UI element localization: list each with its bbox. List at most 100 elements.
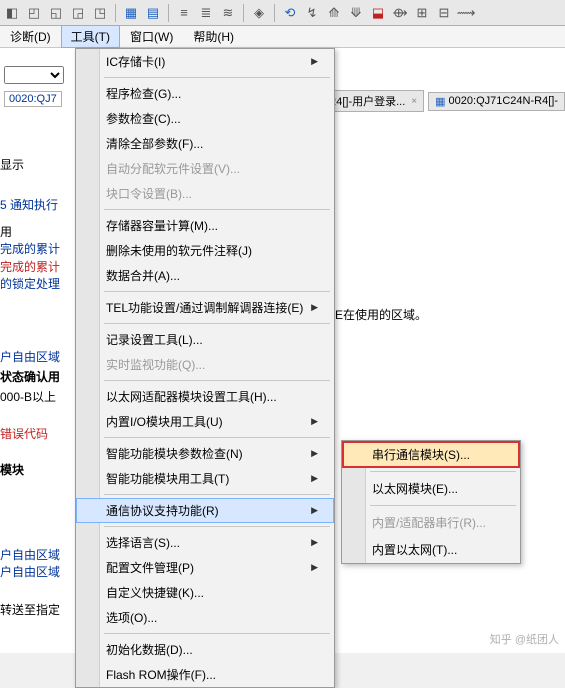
toolbar-icon[interactable]: ▤ — [144, 4, 162, 22]
menu-item[interactable]: 初始化数据(D)... — [76, 637, 334, 662]
toolbar-icon[interactable]: ≣ — [197, 4, 215, 22]
menu-item-label: Flash ROM操作(F)... — [106, 666, 216, 683]
submenu-arrow-icon: ▶ — [311, 56, 318, 67]
menu-window[interactable]: 窗口(W) — [120, 25, 183, 48]
menu-item-label: 存储器容量计算(M)... — [106, 217, 218, 234]
toolbar-icon[interactable]: ≋ — [219, 4, 237, 22]
doc-tab[interactable]: ▦ 0020:QJ71C24N-R4[]- — [428, 92, 565, 111]
bg-label: 5 通知执行 — [0, 196, 58, 213]
menu-item[interactable]: 存储器容量计算(M)... — [76, 213, 334, 238]
submenu-item[interactable]: 以太网模块(E)... — [342, 475, 520, 502]
dropdown-select[interactable] — [4, 66, 64, 84]
toolbar-icon[interactable]: ⊞ — [413, 4, 431, 22]
menu-item-label: 以太网适配器模块设置工具(H)... — [106, 388, 277, 405]
menu-separator — [104, 380, 330, 381]
menu-item[interactable]: 记录设置工具(L)... — [76, 327, 334, 352]
menu-item-label: 记录设置工具(L)... — [106, 331, 203, 348]
menu-item: 实时监视功能(Q)... — [76, 352, 334, 377]
menu-diagnose[interactable]: 诊断(D) — [0, 25, 61, 48]
menu-separator — [104, 323, 330, 324]
menu-item-label: 自定义快捷键(K)... — [106, 584, 204, 601]
menu-item-label: 块口令设置(B)... — [106, 185, 192, 202]
toolbar-icon[interactable]: ◰ — [25, 4, 43, 22]
toolbar-icon[interactable]: ⟿ — [457, 4, 475, 22]
toolbar-icon[interactable]: ↯ — [303, 4, 321, 22]
toolbar-icon[interactable]: ≡ — [175, 4, 193, 22]
toolbar-separator — [168, 4, 169, 22]
menu-item[interactable]: TEL功能设置/通过调制解调器连接(E)▶ — [76, 295, 334, 320]
toolbar-icon[interactable]: ⟲ — [281, 4, 299, 22]
menu-item[interactable]: 删除未使用的软元件注释(J) — [76, 238, 334, 263]
menu-help[interactable]: 帮助(H) — [183, 25, 244, 48]
submenu-arrow-icon: ▶ — [311, 505, 318, 516]
bg-label: 显示 — [0, 156, 24, 173]
toolbar-icon[interactable]: ◱ — [47, 4, 65, 22]
toolbar-icon[interactable]: ⬓ — [369, 4, 387, 22]
protocol-submenu: 串行通信模块(S)... 以太网模块(E)... 内置/适配器串行(R)...内置以… — [341, 440, 521, 564]
menu-item[interactable]: 智能功能模块用工具(T)▶ — [76, 466, 334, 491]
menu-separator — [104, 633, 330, 634]
menu-separator — [370, 471, 516, 472]
toolbar-icon[interactable]: ◈ — [250, 4, 268, 22]
menu-item[interactable]: Flash ROM操作(F)... — [76, 662, 334, 687]
bg-label: 模块 — [0, 461, 24, 478]
menu-separator — [104, 526, 330, 527]
bg-text-using: E在使用的区域。 — [335, 306, 427, 323]
menu-item-label: IC存储卡(I) — [106, 53, 165, 70]
menu-item[interactable]: 自定义快捷键(K)... — [76, 580, 334, 605]
tab-icon: ▦ — [435, 95, 445, 108]
bg-label: 户自由区域 — [0, 348, 60, 365]
toolbar-icon[interactable]: ◧ — [3, 4, 21, 22]
menu-separator — [104, 437, 330, 438]
menu-item[interactable]: 数据合并(A)... — [76, 263, 334, 288]
menu-item-label: 配置文件管理(P) — [106, 559, 194, 576]
menu-separator — [104, 209, 330, 210]
menu-item-label: 智能功能模块参数检查(N) — [106, 445, 243, 462]
menu-item[interactable]: 内置I/O模块用工具(U)▶ — [76, 409, 334, 434]
bg-label: 错误代码 — [0, 425, 48, 442]
bg-label: 户自由区域 — [0, 563, 60, 580]
toolbar-separator — [115, 4, 116, 22]
menu-item-label: 自动分配软元件设置(V)... — [106, 160, 240, 177]
submenu-item: 内置/适配器串行(R)... — [342, 509, 520, 536]
menu-item[interactable]: 清除全部参数(F)... — [76, 131, 334, 156]
menu-item[interactable]: 选择语言(S)... ▶ — [76, 530, 334, 555]
submenu-arrow-icon: ▶ — [311, 473, 318, 484]
submenu-item[interactable]: 内置以太网(T)... — [342, 536, 520, 563]
menu-item[interactable]: 通信协议支持功能(R) ▶ — [76, 498, 334, 523]
menu-item-label: 删除未使用的软元件注释(J) — [106, 242, 252, 259]
submenu-arrow-icon: ▶ — [311, 302, 318, 313]
toolbar-icon[interactable]: ⟰ — [325, 4, 343, 22]
toolbar-icon[interactable]: ◳ — [91, 4, 109, 22]
submenu-arrow-icon: ▶ — [311, 448, 318, 459]
menu-item[interactable]: 选项(O)... — [76, 605, 334, 630]
menu-item[interactable]: 参数检查(C)... — [76, 106, 334, 131]
toolbar-icon[interactable]: ◲ — [69, 4, 87, 22]
close-icon[interactable]: × — [411, 96, 417, 107]
menu-item[interactable]: 配置文件管理(P) ▶ — [76, 555, 334, 580]
menu-separator — [104, 77, 330, 78]
menu-separator — [104, 291, 330, 292]
menu-item-label: 选择语言(S)... — [106, 534, 180, 551]
tab-label[interactable]: 0020:QJ7 — [4, 91, 62, 107]
toolbar-separator — [243, 4, 244, 22]
toolbar-icon[interactable]: ⟱ — [347, 4, 365, 22]
menu-item[interactable]: 程序检查(G)... — [76, 81, 334, 106]
menu-item-label: 通信协议支持功能(R) — [106, 502, 219, 519]
menu-item[interactable]: 以太网适配器模块设置工具(H)... — [76, 384, 334, 409]
bg-label: 户自由区域 — [0, 546, 60, 563]
toolbar-icon[interactable]: ▦ — [122, 4, 140, 22]
submenu-arrow-icon: ▶ — [311, 537, 318, 548]
menu-item-label: 内置I/O模块用工具(U) — [106, 413, 223, 430]
menu-item[interactable]: IC存储卡(I) ▶ — [76, 49, 334, 74]
menu-item-label: 选项(O)... — [106, 609, 157, 626]
submenu-arrow-icon: ▶ — [311, 562, 318, 573]
menu-tools[interactable]: 工具(T) — [61, 25, 120, 48]
toolbar-icon[interactable]: ⊟ — [435, 4, 453, 22]
bg-label: 状态确认用 — [0, 368, 60, 385]
bg-label: 000-B以上 — [0, 388, 56, 405]
submenu-item[interactable]: 串行通信模块(S)... — [342, 441, 520, 468]
main-toolbar: ◧ ◰ ◱ ◲ ◳ ▦ ▤ ≡ ≣ ≋ ◈ ⟲ ↯ ⟰ ⟱ ⬓ ⟴ ⊞ ⊟ ⟿ — [0, 0, 565, 26]
toolbar-icon[interactable]: ⟴ — [391, 4, 409, 22]
menu-item[interactable]: 智能功能模块参数检查(N) ▶ — [76, 441, 334, 466]
